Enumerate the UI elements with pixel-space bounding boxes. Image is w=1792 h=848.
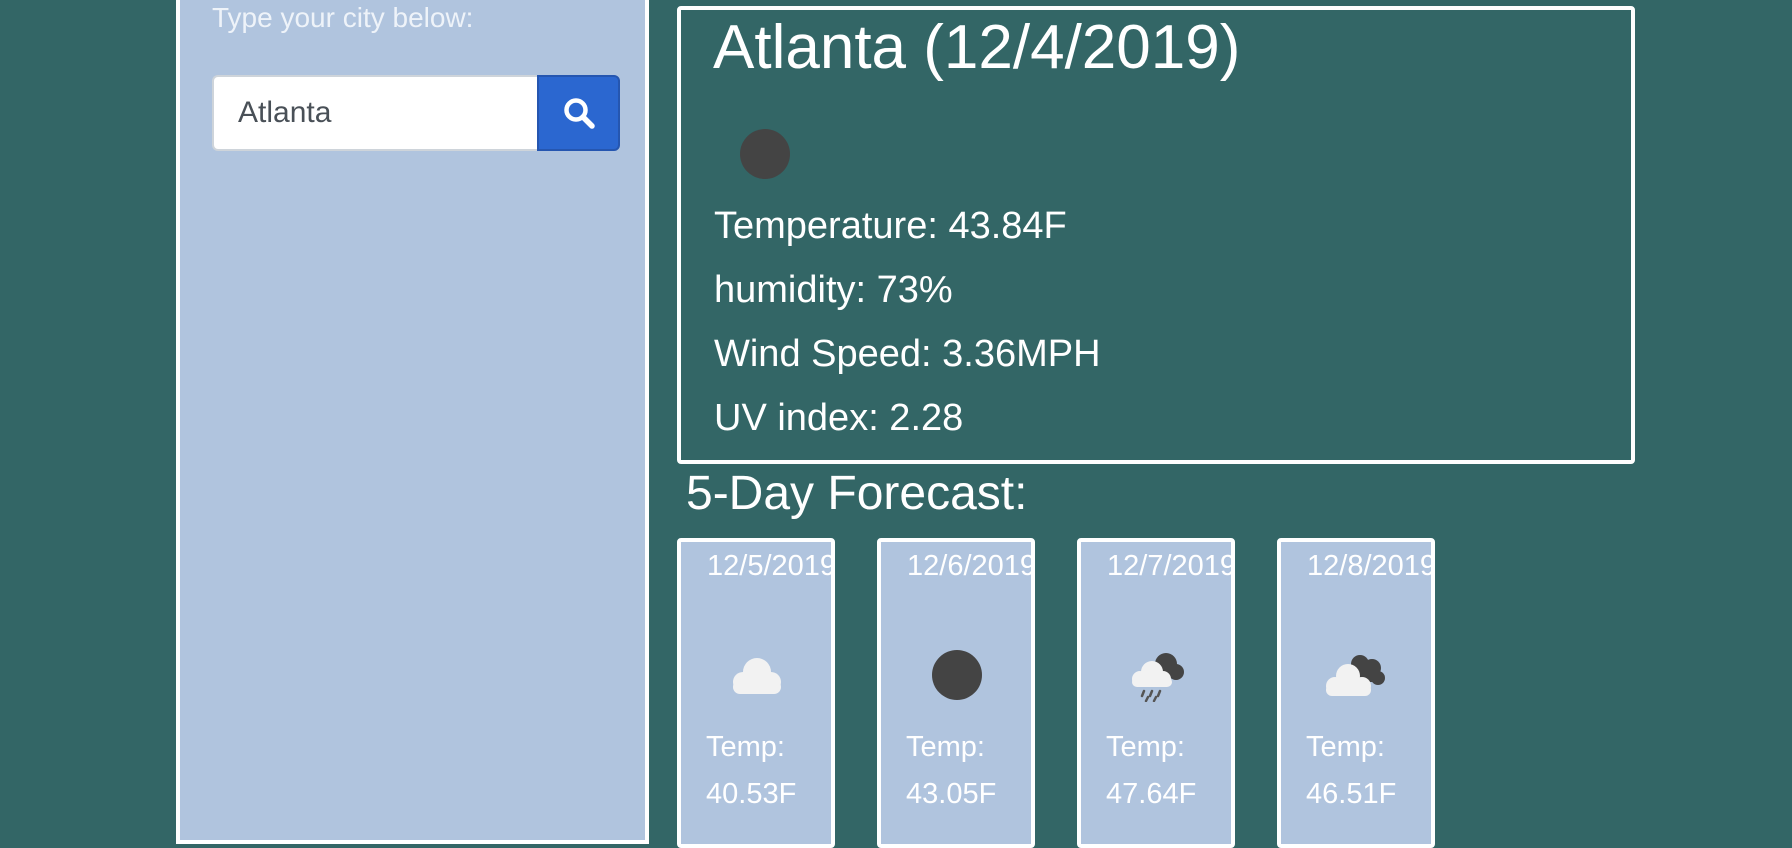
search-prompt: Type your city below: [212,2,474,33]
search-group [212,75,620,151]
forecast-date: 12/6/2019 [907,550,1037,582]
forecast-temp: 46.51F [1306,778,1397,810]
forecast-temp: 43.05F [906,778,997,810]
clear-night-icon [932,650,982,700]
temperature-text: Temperature: 43.84F [714,205,1067,247]
forecast-temp-label: Temp: [906,731,985,763]
humidity-text: humidity: 73% [714,269,953,311]
forecast-temp-label: Temp: [706,731,785,763]
forecast-date: 12/5/2019 [707,550,837,582]
forecast-heading: 5-Day Forecast: [686,467,1028,520]
forecast-temp-label: Temp: [1306,731,1385,763]
forecast-temp: 47.64F [1106,778,1197,810]
rain-cloud-icon [1132,653,1184,702]
clear-night-icon [740,129,790,179]
wind-speed-text: Wind Speed: 3.36MPH [714,333,1101,375]
city-search-input[interactable] [212,75,537,151]
forecast-temp: 40.53F [706,778,797,810]
city-date-title: Atlanta (12/4/2019) [713,13,1241,82]
uv-index-text: UV index: 2.28 [714,397,964,439]
broken-clouds-icon [1326,655,1385,696]
search-icon [563,98,595,129]
cloud-icon [733,658,781,694]
forecast-temp-label: Temp: [1106,731,1185,763]
search-button[interactable] [537,75,620,151]
forecast-date: 12/7/2019 [1107,550,1237,582]
forecast-date: 12/8/2019 [1307,550,1437,582]
